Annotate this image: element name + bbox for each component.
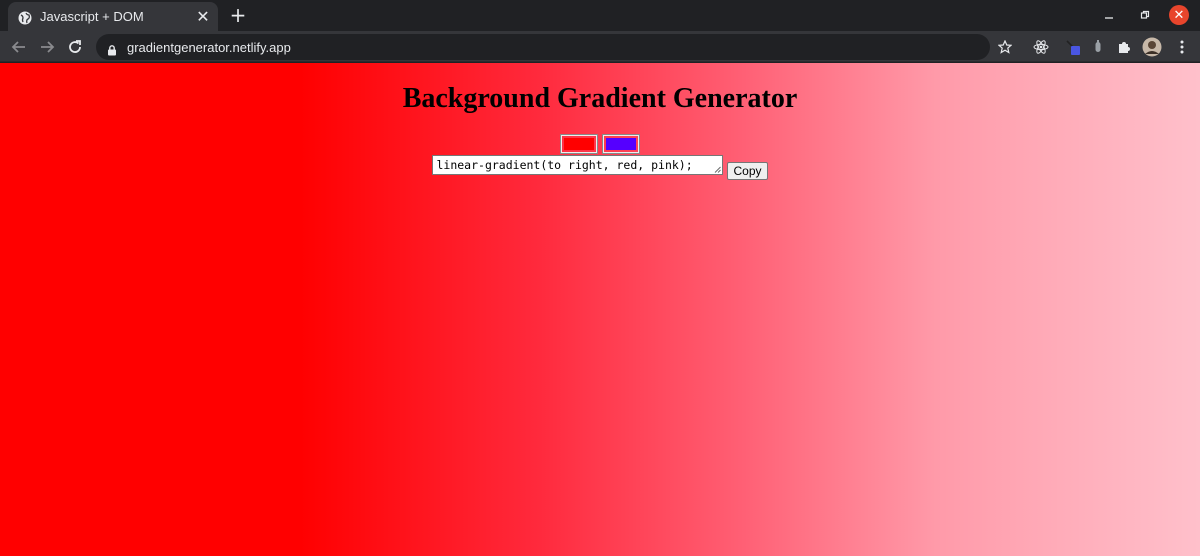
url-text: gradientgenerator.netlify.app [127, 39, 291, 55]
star-icon[interactable] [995, 37, 1015, 57]
puzzle-icon[interactable] [1114, 37, 1134, 57]
color-picker-2[interactable] [602, 134, 640, 154]
close-icon[interactable]: ✕ [194, 8, 212, 26]
copy-button[interactable]: Copy [727, 162, 768, 180]
reload-icon[interactable] [65, 37, 85, 57]
color-pickers [0, 134, 1200, 154]
forward-icon[interactable] [37, 37, 57, 57]
more-menu-icon[interactable] [1172, 37, 1192, 57]
resize-grip-icon[interactable] [714, 166, 722, 173]
extension-icon[interactable] [1063, 37, 1083, 57]
react-devtools-icon[interactable] [1031, 37, 1051, 57]
extension-icon[interactable] [1088, 37, 1108, 57]
tab-title: Javascript + DOM [40, 9, 144, 24]
browser-tab[interactable]: Javascript + DOM ✕ [8, 2, 218, 31]
back-icon[interactable] [9, 37, 29, 57]
gradient-css-value: linear-gradient(to right, red, pink); [436, 158, 693, 172]
color-picker-1[interactable] [560, 134, 598, 154]
globe-icon [18, 10, 32, 24]
restore-icon[interactable] [1134, 4, 1156, 26]
address-bar[interactable]: gradientgenerator.netlify.app [96, 34, 990, 60]
gradient-controls: linear-gradient(to right, red, pink); Co… [0, 155, 1200, 180]
browser-toolbar: gradientgenerator.netlify.app [0, 31, 1200, 62]
minimize-icon[interactable] [1098, 4, 1120, 26]
page-title: Background Gradient Generator [402, 83, 798, 114]
tab-strip: Javascript + DOM ✕ + ✕ [0, 0, 1200, 31]
gradient-css-textarea[interactable]: linear-gradient(to right, red, pink); [432, 155, 724, 175]
window-close-icon[interactable]: ✕ [1169, 5, 1189, 25]
lock-icon[interactable] [106, 41, 118, 56]
plus-icon[interactable]: + [228, 5, 248, 26]
avatar[interactable] [1142, 37, 1162, 57]
page-viewport: Background Gradient Generator linear-gra… [0, 63, 1200, 556]
